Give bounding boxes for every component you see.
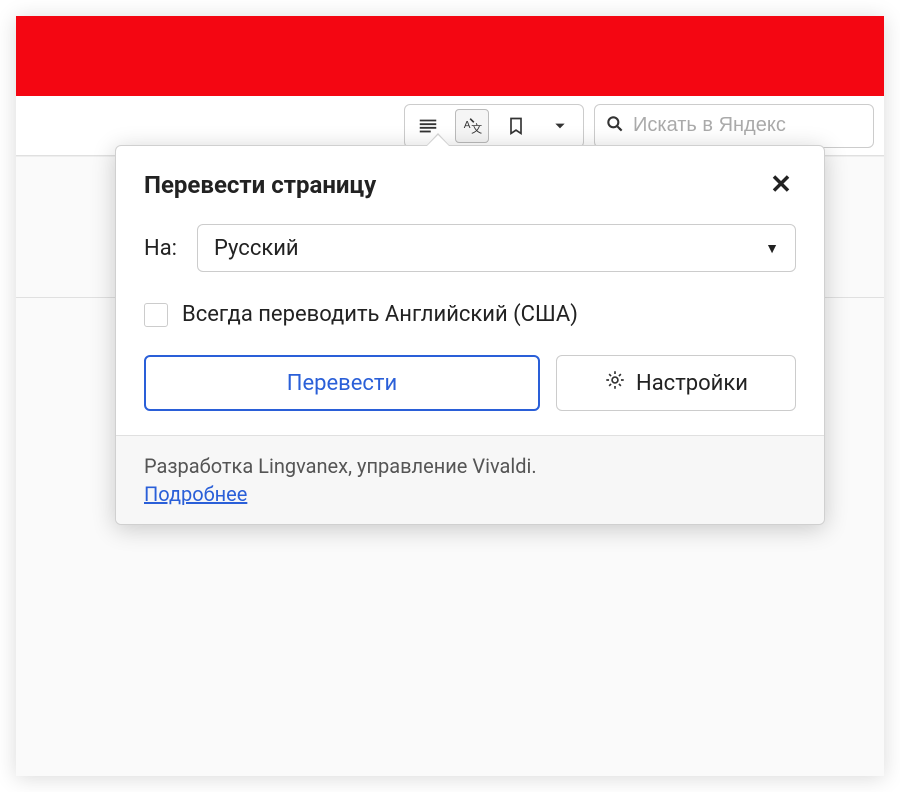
search-icon	[605, 114, 625, 138]
settings-button[interactable]: Настройки	[556, 355, 796, 411]
search-input[interactable]	[633, 114, 863, 137]
selected-language: Русский	[214, 236, 299, 261]
language-select[interactable]: Русский ▼	[197, 224, 796, 272]
learn-more-link[interactable]: Подробнее	[144, 482, 247, 506]
popover-body: На: Русский ▼ Всегда переводить Английск…	[116, 220, 824, 435]
page-header-banner	[16, 16, 884, 96]
translate-button[interactable]: Перевести	[144, 355, 540, 411]
gear-icon	[604, 369, 626, 397]
popover-title: Перевести страницу	[144, 171, 376, 199]
translate-icon[interactable]: A 文	[455, 109, 489, 143]
popover-footer: Разработка Lingvanex, управление Vivaldi…	[116, 435, 824, 524]
language-label: На:	[144, 236, 177, 261]
settings-button-label: Настройки	[636, 371, 748, 396]
footer-credits: Разработка Lingvanex, управление Vivaldi…	[144, 454, 796, 478]
always-translate-row: Всегда переводить Английский (США)	[144, 302, 796, 327]
close-icon: ✕	[770, 170, 792, 200]
always-translate-label: Всегда переводить Английский (США)	[182, 302, 578, 327]
close-button[interactable]: ✕	[766, 170, 796, 200]
svg-text:文: 文	[471, 121, 482, 135]
always-translate-checkbox[interactable]	[144, 303, 168, 327]
dropdown-caret-icon: ▼	[765, 240, 779, 257]
svg-text:A: A	[464, 119, 471, 130]
translate-button-label: Перевести	[287, 371, 397, 396]
popover-header: Перевести страницу ✕	[116, 146, 824, 220]
bookmark-icon[interactable]	[499, 109, 533, 143]
chevron-down-icon[interactable]	[543, 109, 577, 143]
translate-popover: Перевести страницу ✕ На: Русский ▼ Всегд…	[115, 145, 825, 525]
search-box[interactable]	[594, 104, 874, 148]
button-row: Перевести Настройки	[144, 355, 796, 411]
language-row: На: Русский ▼	[144, 224, 796, 272]
